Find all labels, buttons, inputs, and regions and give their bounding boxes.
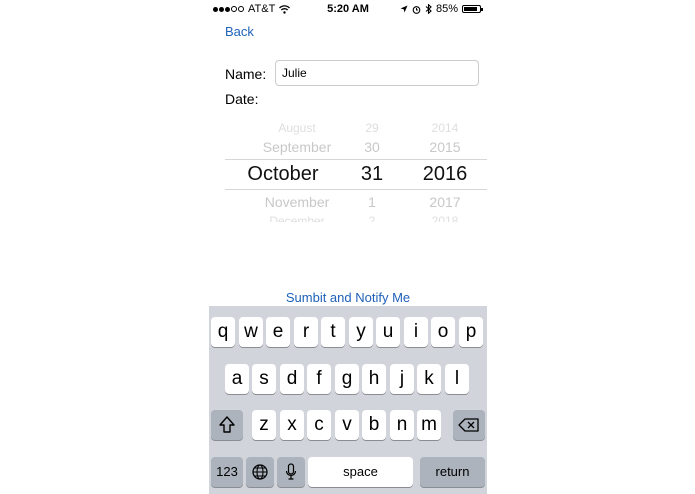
key-y[interactable]: y (349, 317, 373, 347)
key-o[interactable]: o (431, 317, 455, 347)
backspace-icon (458, 418, 479, 432)
phone-screen: AT&T 5:20 AM 85% Back Name: Julie Date: … (209, 0, 487, 494)
dictation-key[interactable] (277, 457, 305, 487)
battery-percent: 85% (435, 3, 458, 15)
key-u[interactable]: u (376, 317, 400, 347)
key-g[interactable]: g (335, 364, 359, 394)
return-key[interactable]: return (420, 457, 485, 487)
picker-year-item[interactable]: 2015 (415, 139, 475, 155)
key-t[interactable]: t (321, 317, 345, 347)
key-d[interactable]: d (280, 364, 304, 394)
picker-day-selected[interactable]: 31 (358, 163, 386, 186)
battery-level-fill (464, 7, 477, 11)
key-l[interactable]: l (445, 364, 469, 394)
space-key[interactable]: space (308, 457, 413, 487)
submit-notify-button[interactable]: Sumbit and Notify Me (209, 290, 487, 305)
date-picker[interactable]: August September October November Decemb… (225, 118, 487, 222)
key-q[interactable]: q (211, 317, 235, 347)
key-e[interactable]: e (266, 317, 290, 347)
carrier-area: AT&T (213, 3, 291, 15)
location-icon (400, 5, 408, 13)
key-w[interactable]: w (239, 317, 263, 347)
shift-key[interactable] (211, 410, 243, 440)
picker-month-selected[interactable]: October (229, 163, 337, 186)
shift-icon (219, 416, 235, 433)
globe-icon (252, 464, 268, 480)
back-button[interactable]: Back (225, 24, 254, 39)
delete-key[interactable] (453, 410, 485, 440)
date-label: Date: (225, 91, 259, 107)
key-r[interactable]: r (294, 317, 318, 347)
picker-bottom-divider (225, 189, 487, 190)
key-v[interactable]: v (335, 410, 359, 440)
key-j[interactable]: j (390, 364, 414, 394)
key-s[interactable]: s (252, 364, 276, 394)
picker-year-item[interactable]: 2018 (415, 214, 475, 222)
bluetooth-icon (425, 4, 432, 14)
key-k[interactable]: k (417, 364, 441, 394)
status-right: 85% (400, 3, 483, 15)
name-label: Name: (225, 66, 267, 82)
key-x[interactable]: x (280, 410, 304, 440)
picker-day-item[interactable]: 1 (358, 194, 386, 210)
carrier-name: AT&T (248, 3, 276, 15)
key-f[interactable]: f (307, 364, 331, 394)
picker-month-item[interactable]: August (243, 121, 351, 135)
key-n[interactable]: n (390, 410, 414, 440)
picker-day-item[interactable]: 29 (358, 121, 386, 135)
battery-icon (462, 5, 483, 13)
globe-key[interactable] (246, 457, 274, 487)
wifi-icon (279, 4, 291, 14)
picker-year-item[interactable]: 2014 (415, 121, 475, 135)
key-h[interactable]: h (362, 364, 386, 394)
keyboard: q w e r t y u i o p a s d f g h j k l z … (209, 306, 487, 494)
picker-month-item[interactable]: December (243, 214, 351, 222)
status-bar: AT&T 5:20 AM 85% (209, 0, 487, 18)
key-a[interactable]: a (225, 364, 249, 394)
picker-day-item[interactable]: 30 (358, 139, 386, 155)
picker-month-item[interactable]: September (243, 139, 351, 155)
picker-year-selected[interactable]: 2016 (415, 163, 475, 186)
picker-day-item[interactable]: 2 (358, 214, 386, 222)
picker-month-item[interactable]: November (243, 194, 351, 210)
microphone-icon (285, 463, 297, 480)
picker-top-divider (225, 159, 487, 160)
key-p[interactable]: p (459, 317, 483, 347)
key-z[interactable]: z (252, 410, 276, 440)
picker-year-item[interactable]: 2017 (415, 194, 475, 210)
signal-strength-icon (213, 6, 244, 12)
key-c[interactable]: c (307, 410, 331, 440)
numbers-key[interactable]: 123 (211, 457, 243, 487)
key-m[interactable]: m (417, 410, 441, 440)
key-b[interactable]: b (362, 410, 386, 440)
alarm-icon (412, 5, 421, 14)
name-input[interactable]: Julie (275, 60, 479, 86)
key-i[interactable]: i (404, 317, 428, 347)
